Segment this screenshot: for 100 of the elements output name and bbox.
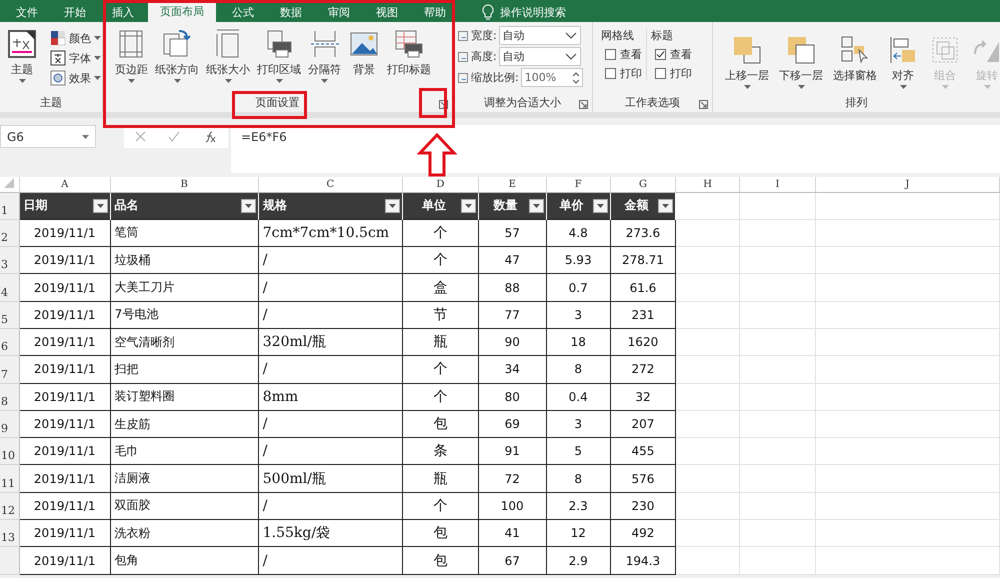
caret-icon bbox=[244, 204, 252, 208]
arrange-button[interactable]: 上移一层 bbox=[723, 34, 771, 89]
table-cell: 2019/11/1 bbox=[19, 383, 110, 410]
page-setup-button[interactable]: 打印区域 bbox=[255, 28, 303, 83]
name-box[interactable]: G6 bbox=[0, 125, 96, 148]
table-cell: 41 bbox=[478, 520, 546, 547]
column-letter[interactable]: A bbox=[19, 177, 110, 192]
page-setup-button[interactable]: 打印标题 bbox=[385, 28, 433, 77]
column-letter[interactable]: H bbox=[676, 177, 740, 192]
check-icon[interactable] bbox=[168, 131, 180, 142]
page-setup-button[interactable]: 页边距 bbox=[113, 28, 150, 83]
filter-button[interactable] bbox=[658, 198, 674, 213]
tell-me-search[interactable]: 操作说明搜索 bbox=[500, 2, 566, 22]
row-number[interactable]: 13 bbox=[0, 520, 20, 547]
column-letter[interactable]: J bbox=[815, 177, 1000, 192]
spinner-field[interactable]: 100% bbox=[520, 68, 583, 87]
table-cell: 大美工刀片 bbox=[110, 274, 258, 302]
row-number[interactable]: 10 bbox=[0, 438, 20, 465]
column-letter[interactable]: E bbox=[478, 177, 546, 192]
header-label: 数量 bbox=[492, 197, 519, 214]
option-checkbox[interactable]: 查看 bbox=[651, 47, 692, 62]
row-number[interactable]: 11 bbox=[0, 464, 20, 492]
field-label: 高度: bbox=[471, 49, 497, 64]
row-number[interactable]: 2 bbox=[0, 219, 20, 247]
dialog-launcher[interactable] bbox=[439, 98, 448, 107]
row-number[interactable]: 6 bbox=[0, 328, 20, 356]
option-checkbox[interactable]: 打印 bbox=[601, 66, 642, 81]
row-number[interactable]: 1 bbox=[0, 192, 20, 220]
arrange-button[interactable]: 下移一层 bbox=[777, 34, 825, 89]
column-letter[interactable]: D bbox=[402, 177, 478, 192]
table-cell: 2.9 bbox=[546, 546, 610, 574]
table-cell: 空气清晰剂 bbox=[110, 328, 258, 356]
row-number[interactable]: 8 bbox=[0, 383, 20, 410]
page-setup-button[interactable]: 纸张方向 bbox=[153, 28, 201, 83]
ribbon-tab[interactable]: 帮助 bbox=[412, 2, 458, 22]
page-setup-button[interactable]: 背景 bbox=[346, 28, 382, 77]
table-cell: 2019/11/1 bbox=[19, 464, 110, 492]
group-label: 调整为合适大小 bbox=[484, 94, 561, 110]
column-letter[interactable]: I bbox=[740, 177, 816, 192]
ribbon-tab[interactable]: 开始 bbox=[52, 2, 98, 22]
table-cell: 包 bbox=[402, 546, 478, 574]
filter-button[interactable] bbox=[528, 198, 544, 213]
group-label: 工作表选项 bbox=[625, 94, 680, 110]
table-cell: 笔筒 bbox=[110, 219, 258, 247]
option-checkbox[interactable]: 查看 bbox=[601, 47, 642, 62]
scale-icon bbox=[457, 72, 469, 84]
arrange-button[interactable]: 对齐 bbox=[885, 34, 921, 89]
ribbon-tab[interactable]: 视图 bbox=[364, 2, 410, 22]
column-letter[interactable]: C bbox=[258, 177, 402, 192]
arrange-button[interactable]: 选择窗格 bbox=[831, 34, 879, 83]
ribbon-tab[interactable]: 公式 bbox=[220, 2, 266, 22]
dropdown-field[interactable]: 自动 bbox=[498, 47, 581, 66]
lightbulb-icon bbox=[482, 4, 494, 20]
table-cell: 3 bbox=[546, 301, 610, 328]
table-cell: 生皮筋 bbox=[110, 410, 258, 438]
table-cell: / bbox=[258, 410, 402, 438]
column-letter[interactable]: G bbox=[610, 177, 676, 192]
theme-option-button[interactable]: 效果 bbox=[50, 68, 101, 88]
ribbon-tab[interactable]: 审阅 bbox=[316, 2, 362, 22]
caret-icon bbox=[82, 134, 89, 138]
page-setup-button[interactable]: 纸张大小 bbox=[204, 28, 252, 83]
dialog-launcher[interactable] bbox=[579, 98, 588, 107]
formula-field[interactable]: =E6*F6 bbox=[231, 125, 1000, 173]
ribbon-tab[interactable]: 数据 bbox=[268, 2, 314, 22]
themes-button[interactable]: 主题 bbox=[4, 28, 40, 83]
table-cell: 双面胶 bbox=[110, 492, 258, 520]
filter-button[interactable] bbox=[460, 198, 476, 213]
row-number[interactable]: 7 bbox=[0, 356, 20, 384]
table-cell: 91 bbox=[478, 438, 546, 465]
table-cell: 2019/11/1 bbox=[19, 301, 110, 328]
dialog-launcher[interactable] bbox=[699, 98, 708, 107]
table-cell: 320ml/瓶 bbox=[258, 328, 402, 356]
row-number[interactable]: 12 bbox=[0, 492, 20, 520]
filter-button[interactable] bbox=[592, 198, 608, 213]
theme-option-button[interactable]: 颜色 bbox=[50, 28, 101, 48]
ribbon-tab[interactable]: 文件 bbox=[4, 2, 50, 22]
dropdown-field[interactable]: 自动 bbox=[498, 26, 581, 45]
color-swatch-icon bbox=[50, 30, 66, 46]
filter-button[interactable] bbox=[92, 198, 108, 213]
table-cell: 57 bbox=[478, 219, 546, 247]
theme-option-button[interactable]: 字体 bbox=[50, 48, 101, 68]
header-label: 金额 bbox=[623, 197, 650, 214]
caret-icon bbox=[94, 36, 101, 40]
table-cell: / bbox=[258, 246, 402, 274]
row-number[interactable]: 9 bbox=[0, 410, 20, 438]
effects-icon bbox=[50, 70, 66, 86]
ribbon-tab[interactable]: 插入 bbox=[100, 2, 146, 22]
row-number[interactable]: 4 bbox=[0, 274, 20, 302]
header-label: 品名 bbox=[114, 197, 139, 214]
table-cell: 2019/11/1 bbox=[19, 492, 110, 520]
option-checkbox[interactable]: 打印 bbox=[651, 66, 692, 81]
column-letter[interactable]: B bbox=[110, 177, 258, 192]
filter-button[interactable] bbox=[384, 198, 400, 213]
filter-button[interactable] bbox=[240, 198, 256, 213]
page-setup-button[interactable]: 分隔符 bbox=[306, 28, 343, 83]
caret-icon bbox=[94, 56, 101, 60]
column-letter[interactable]: F bbox=[546, 177, 610, 192]
row-number[interactable]: 3 bbox=[0, 246, 20, 274]
layers-down-icon bbox=[785, 34, 817, 66]
row-number[interactable]: 5 bbox=[0, 301, 20, 328]
